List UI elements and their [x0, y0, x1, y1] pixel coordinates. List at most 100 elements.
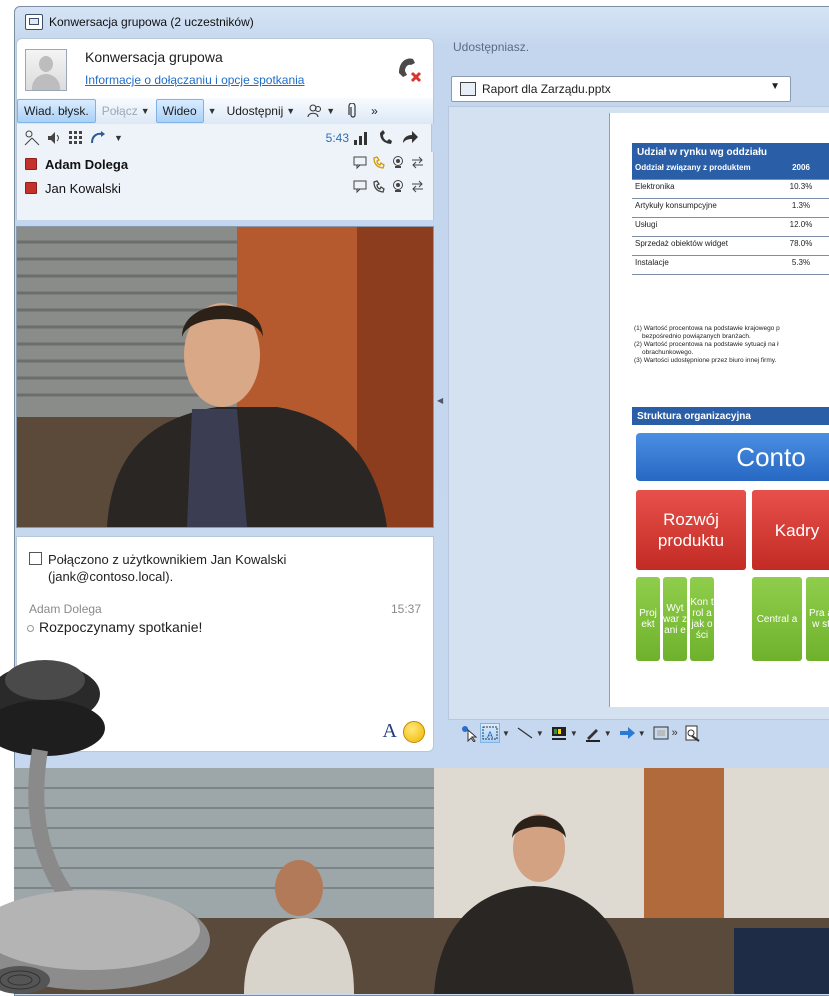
people-icon — [307, 104, 322, 118]
text-select-icon[interactable]: A — [480, 723, 500, 743]
org-box: Wyt war zani e — [663, 577, 687, 661]
splitter-arrow-icon[interactable]: ◀ — [437, 396, 443, 405]
annotation-toolbar: A ▼ ▼ ▼ ▼ ▼ » — [448, 718, 829, 748]
join-info-link[interactable]: Informacje o dołączaniu i opcje spotkani… — [85, 73, 304, 87]
chevron-down-icon: ▼ — [286, 106, 296, 116]
table-cell: Elektronika — [632, 179, 771, 199]
color-picker-icon[interactable] — [550, 724, 568, 742]
table-cell: Sprzedaż obiektów widget — [632, 236, 771, 256]
presence-busy-icon — [25, 182, 37, 194]
org-box: Proj ekt — [636, 577, 660, 661]
chevron-down-icon[interactable]: ▼ — [604, 729, 612, 738]
org-box: Kon trol a jak ości — [690, 577, 714, 661]
chat-message: Rozpoczynamy spotkanie! — [26, 619, 203, 635]
video-modality-icon — [393, 156, 403, 168]
org-box-kadry: Kadry — [752, 490, 829, 570]
org-chart-title: Struktura organizacyjna — [632, 407, 829, 425]
save-annotations-icon[interactable] — [684, 724, 702, 742]
audio-modality-icon — [373, 156, 385, 169]
im-button-label: Wiad. błysk. — [24, 104, 89, 118]
speaker-icon[interactable] — [45, 129, 63, 147]
org-top-box: Conto — [636, 433, 829, 481]
paperclip-icon — [348, 103, 356, 118]
avatar — [25, 49, 67, 91]
attach-file-button[interactable] — [341, 100, 365, 122]
audio-modality-icon — [373, 180, 385, 193]
note-line: (1) Wartość procentowa na podstawie kraj… — [634, 325, 780, 332]
chevron-down-icon[interactable]: ▼ — [536, 729, 544, 738]
video-modality-icon — [393, 180, 403, 192]
pen-icon[interactable] — [584, 724, 602, 742]
im-button[interactable]: Wiad. błysk. — [17, 99, 96, 123]
system-message: Połączono z użytkownikiem Jan Kowalski (… — [29, 551, 286, 585]
call-controls: ▼ 5:43 — [16, 124, 432, 152]
market-share-table: Oddział związany z produktem 2006 Elektro… — [632, 161, 829, 275]
more-tools-icon[interactable]: » — [672, 727, 678, 739]
phone-icon[interactable] — [377, 129, 395, 147]
slide[interactable]: Udział w rynku wg oddziału Oddział związ… — [609, 113, 829, 707]
participant-video[interactable] — [16, 226, 434, 528]
message-time: 15:37 — [390, 602, 421, 616]
org-box: Pra aw st — [806, 577, 829, 661]
emoticon-icon[interactable] — [403, 721, 425, 743]
pointer-icon[interactable] — [460, 724, 478, 742]
table-cell: 1.3% — [771, 198, 829, 218]
transfer-icon[interactable] — [89, 129, 107, 147]
chevron-down-icon[interactable]: ▼ — [570, 729, 578, 738]
table-cell: 10.3% — [771, 179, 829, 199]
call-button[interactable]: Połącz ▼ — [96, 100, 156, 122]
message-sender: Adam Dolega — [29, 602, 102, 616]
system-message-line1: Połączono z użytkownikiem Jan Kowalski — [48, 552, 287, 567]
table-cell: 12.0% — [771, 217, 829, 237]
sharing-pane: Udostępniasz. Raport dla Zarządu.pptx ▼ … — [448, 38, 829, 750]
info-icon — [29, 552, 42, 565]
chevron-down-icon[interactable]: ▼ — [770, 81, 780, 92]
im-modality-icon — [353, 180, 367, 194]
table-cell: Artykuły konsumpcyjne — [632, 198, 771, 218]
call-button-label: Połącz — [101, 104, 138, 118]
hang-up-icon[interactable] — [393, 53, 423, 83]
participant-name: Jan Kowalski — [45, 180, 121, 196]
share-button-label: Udostępnij — [226, 104, 284, 118]
chevron-down-icon[interactable]: ▼ — [208, 106, 217, 116]
more-button[interactable]: » — [365, 100, 384, 122]
add-participants-button[interactable]: ▼ — [301, 100, 341, 122]
video-button-label: Wideo — [162, 104, 197, 118]
conference-speakerphone-image — [0, 660, 210, 994]
title-bar[interactable]: Konwersacja grupowa (2 uczestników) — [15, 7, 829, 37]
sharing-modality-icon — [412, 156, 423, 169]
participant-row[interactable]: Adam Dolega — [17, 152, 433, 176]
chevron-down-icon[interactable]: ▼ — [502, 729, 510, 738]
chevron-down-icon[interactable]: ▼ — [114, 133, 123, 143]
forward-icon[interactable] — [401, 129, 419, 147]
note-line: (3) Wartości udostępnione przez biuro in… — [634, 357, 777, 364]
participant-row[interactable]: Jan Kowalski — [17, 176, 433, 200]
presentation-stage: Udział w rynku wg oddziału Oddział związ… — [448, 106, 829, 720]
table-title: Udział w rynku wg oddziału — [632, 143, 829, 161]
arrow-icon[interactable] — [618, 724, 636, 742]
share-button[interactable]: Udostępnij ▼ — [221, 100, 302, 122]
sharing-modality-icon — [412, 180, 423, 193]
table-cell: Usługi — [632, 217, 771, 237]
presence-busy-icon — [25, 158, 37, 170]
line-icon[interactable] — [516, 724, 534, 742]
font-button[interactable]: A — [383, 720, 397, 743]
chevron-down-icon[interactable]: ▼ — [141, 106, 150, 116]
table-cell: 78.0% — [771, 236, 829, 256]
stamp-icon[interactable] — [652, 724, 670, 742]
more-button-label: » — [371, 104, 378, 118]
hold-icon[interactable] — [23, 129, 41, 147]
shared-file-name: Raport dla Zarządu.pptx — [482, 82, 611, 96]
dialpad-icon[interactable] — [67, 129, 85, 147]
table-notes: (1) Wartość procentowa na podstawie kraj… — [634, 325, 829, 365]
note-line: bezpośrednio powiązanych branżach. — [642, 333, 751, 340]
shared-file-select[interactable]: Raport dla Zarządu.pptx ▼ — [451, 76, 791, 102]
chevron-down-icon: ▼ — [326, 106, 336, 116]
table-header: 2006 — [771, 161, 829, 180]
chevron-down-icon[interactable]: ▼ — [638, 729, 646, 738]
system-message-line2: (jank@contoso.local). — [48, 569, 174, 584]
org-box: Central a — [752, 577, 802, 661]
signal-strength-icon — [354, 132, 367, 145]
video-button[interactable]: Wideo — [155, 99, 204, 123]
conversation-window-icon — [25, 14, 43, 30]
